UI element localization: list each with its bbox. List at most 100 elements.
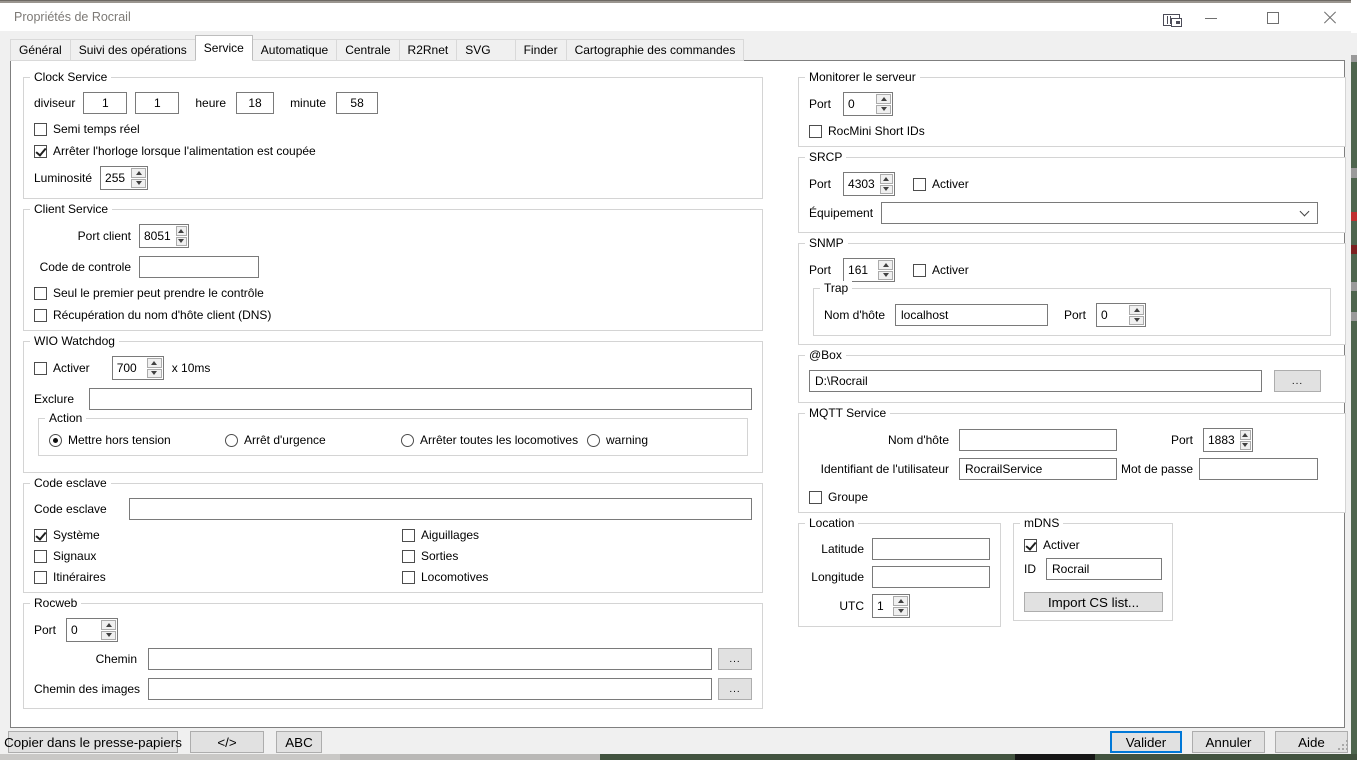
radio-circle[interactable] [225, 434, 238, 447]
spin-down-button[interactable] [1129, 316, 1144, 326]
checkbox-box[interactable] [34, 550, 47, 563]
chemin-field[interactable] [148, 648, 712, 670]
radio-warning[interactable]: warning [587, 433, 648, 447]
spin-up-button[interactable] [880, 174, 893, 184]
mqtt-port-spinner[interactable]: 1883 [1203, 428, 1253, 452]
trap-host-field[interactable]: localhost [895, 304, 1048, 326]
spin-down-button[interactable] [878, 271, 893, 281]
checkbox-box[interactable] [34, 287, 47, 300]
exclure-field[interactable] [89, 388, 752, 410]
tab-automatique[interactable]: Automatique [252, 39, 337, 61]
valider-button[interactable]: Valider [1110, 731, 1182, 753]
utc-spinner[interactable]: 1 [872, 594, 910, 618]
tab-r2rnet[interactable]: R2Rnet [399, 39, 458, 61]
atbox-browse-button[interactable]: ... [1274, 370, 1321, 392]
wio-activer-checkbox[interactable]: Activer [34, 361, 90, 375]
atbox-path-field[interactable]: D:\Rocrail [809, 370, 1262, 392]
diviseur-field-2[interactable]: 1 [135, 92, 179, 114]
spin-up-button[interactable] [101, 620, 116, 630]
rocweb-port-spinner[interactable]: 0 [66, 618, 118, 642]
sorties-checkbox[interactable]: Sorties [402, 549, 458, 563]
checkbox-box[interactable] [1024, 539, 1037, 552]
heure-field[interactable]: 18 [236, 92, 274, 114]
minute-field[interactable]: 58 [336, 92, 378, 114]
spin-up-button[interactable] [1129, 305, 1144, 315]
abc-button[interactable]: ABC [276, 731, 322, 753]
import-cs-list-button[interactable]: Import CS list... [1024, 592, 1163, 612]
dns-checkbox[interactable]: Récupération du nom d'hôte client (DNS) [34, 308, 752, 322]
checkbox-box[interactable] [34, 571, 47, 584]
spin-up-button[interactable] [1240, 430, 1251, 440]
annuler-button[interactable]: Annuler [1192, 731, 1265, 753]
chemin-browse-button[interactable]: ... [718, 648, 752, 670]
snmp-activer-checkbox[interactable]: Activer [913, 263, 969, 277]
mdns-activer-checkbox[interactable]: Activer [1024, 538, 1162, 552]
latitude-field[interactable] [872, 538, 990, 560]
arreter-horloge-checkbox[interactable]: Arrêter l'horloge lorsque l'alimentation… [34, 144, 752, 158]
minimize-button[interactable] [1196, 9, 1226, 27]
radio-arret-urgence[interactable]: Arrêt d'urgence [225, 433, 401, 447]
radio-circle[interactable] [587, 434, 600, 447]
checkbox-box[interactable] [34, 529, 47, 542]
srcp-activer-checkbox[interactable]: Activer [913, 177, 969, 191]
spin-down-button[interactable] [1240, 441, 1251, 451]
itineraires-checkbox[interactable]: Itinéraires [34, 570, 402, 584]
close-button[interactable] [1315, 9, 1345, 27]
equipement-dropdown[interactable] [881, 202, 1318, 224]
spin-up-button[interactable] [893, 596, 908, 606]
tab-suivi-des-operations[interactable]: Suivi des opérations [70, 39, 196, 61]
radio-mettre-hors-tension[interactable]: Mettre hors tension [49, 433, 225, 447]
monitor-port-spinner[interactable]: 0 [843, 92, 893, 116]
radio-circle[interactable] [49, 434, 62, 447]
locomotives-checkbox[interactable]: Locomotives [402, 570, 488, 584]
radio-circle[interactable] [401, 434, 414, 447]
radio-arreter-locomotives[interactable]: Arrêter toutes les locomotives [401, 433, 587, 447]
checkbox-box[interactable] [809, 125, 822, 138]
code-view-button[interactable]: </> [190, 731, 264, 753]
spin-up-button[interactable] [876, 94, 891, 104]
tab-cartographie-des-commandes[interactable]: Cartographie des commandes [566, 39, 745, 61]
tab-svg[interactable]: SVG [456, 39, 515, 61]
mdns-id-field[interactable]: Rocrail [1046, 558, 1162, 580]
spin-down-button[interactable] [147, 369, 162, 379]
tab-general[interactable]: Général [10, 39, 71, 61]
code-controle-field[interactable] [139, 256, 259, 278]
spin-down-button[interactable] [131, 179, 146, 189]
tab-centrale[interactable]: Centrale [336, 39, 399, 61]
longitude-field[interactable] [872, 566, 990, 588]
resize-grip[interactable] [1338, 740, 1348, 750]
spin-down-button[interactable] [101, 631, 116, 641]
signaux-checkbox[interactable]: Signaux [34, 549, 402, 563]
checkbox-box[interactable] [34, 309, 47, 322]
checkbox-box[interactable] [402, 529, 415, 542]
chemin-images-browse-button[interactable]: ... [718, 678, 752, 700]
spin-down-button[interactable] [880, 185, 893, 195]
seul-premier-checkbox[interactable]: Seul le premier peut prendre le contrôle [34, 286, 752, 300]
checkbox-box[interactable] [913, 264, 926, 277]
checkbox-box[interactable] [402, 571, 415, 584]
spin-down-button[interactable] [876, 105, 891, 115]
checkbox-box[interactable] [402, 550, 415, 563]
checkbox-box[interactable] [809, 491, 822, 504]
maximize-button[interactable] [1258, 9, 1288, 27]
checkbox-box[interactable] [913, 178, 926, 191]
spin-up-button[interactable] [131, 168, 146, 178]
diviseur-field-1[interactable]: 1 [83, 92, 127, 114]
mqtt-pass-field[interactable] [1199, 458, 1318, 480]
port-client-spinner[interactable]: 8051 [139, 224, 189, 248]
copy-clipboard-button[interactable]: Copier dans le presse-papiers [8, 731, 178, 753]
code-esclave-field[interactable] [129, 498, 752, 520]
tab-finder[interactable]: Finder [515, 39, 567, 61]
rocmini-checkbox[interactable]: RocMini Short IDs [809, 124, 1335, 138]
spin-up-button[interactable] [878, 260, 893, 270]
watchdog-spinner[interactable]: 700 [112, 356, 164, 380]
semi-temps-reel-checkbox[interactable]: Semi temps réel [34, 122, 752, 136]
spin-down-button[interactable] [176, 237, 187, 247]
luminosite-spinner[interactable]: 255 [100, 166, 148, 190]
trap-port-spinner[interactable]: 0 [1096, 303, 1146, 327]
snmp-port-spinner[interactable]: 161 [843, 258, 895, 282]
aiguillages-checkbox[interactable]: Aiguillages [402, 528, 479, 542]
mqtt-host-field[interactable] [959, 429, 1117, 451]
groupe-checkbox[interactable]: Groupe [809, 490, 1335, 504]
checkbox-box[interactable] [34, 123, 47, 136]
